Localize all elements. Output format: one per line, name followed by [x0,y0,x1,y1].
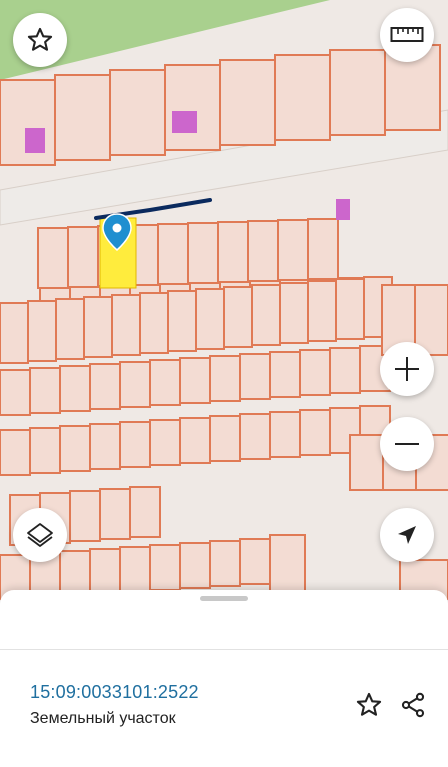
parcel [219,59,276,146]
sheet-drag-handle[interactable] [200,596,248,601]
parcel [54,74,111,161]
zoom-out-icon [395,443,419,445]
parcel [239,413,271,460]
parcel-type-label: Земельный участок [30,710,176,727]
star-outline-icon [356,692,382,716]
building [172,111,197,133]
parcel [29,367,61,414]
parcel [111,294,141,356]
share-button[interactable] [396,688,430,722]
parcel [99,488,131,540]
building [336,199,350,220]
share-icon [401,692,425,718]
parcel [119,421,151,468]
parcel [0,429,31,476]
parcel [67,226,99,288]
parcel [55,298,85,360]
parcel [277,219,309,281]
parcel [37,227,69,289]
parcel [139,292,169,354]
parcel [269,534,306,596]
parcel [329,347,361,394]
parcel [157,223,189,285]
parcel [0,302,29,364]
parcel [149,359,181,406]
parcel [239,353,271,400]
parcel [274,54,331,141]
parcel-info-sheet[interactable]: 15:09:0033101:2522 Земельный участок [0,590,448,767]
parcel [187,222,219,284]
zoom-in-button[interactable] [380,342,434,396]
parcel [217,221,249,283]
parcel [27,300,57,362]
parcel [59,425,91,472]
parcel [149,419,181,466]
parcel [269,351,301,398]
parcel [69,490,101,542]
parcel [223,286,253,348]
save-favorite-button[interactable] [352,688,386,722]
star-icon [27,27,53,51]
parcel [179,357,211,404]
parcel [299,349,331,396]
parcel [239,538,271,585]
parcel [0,369,31,416]
parcel [129,486,161,538]
parcel [329,49,386,136]
favorite-button[interactable] [13,13,67,67]
parcel [59,365,91,412]
parcel [209,540,241,587]
layers-icon [27,523,53,547]
parcel [269,411,301,458]
parcel [179,542,211,589]
parcel [149,544,181,591]
ruler-icon [390,27,424,42]
parcel [279,282,309,344]
building [25,128,45,153]
parcel [307,218,339,280]
parcel [299,409,331,456]
parcel [119,546,151,593]
parcel [307,280,337,342]
parcel [164,64,221,151]
divider [0,649,448,650]
parcel [119,361,151,408]
zoom-in-icon [395,357,419,381]
parcel [29,427,61,474]
parcel [167,290,197,352]
zoom-out-button[interactable] [380,417,434,471]
parcel [335,278,365,340]
my-location-button[interactable] [380,508,434,562]
map[interactable] [0,0,448,600]
cadastral-number[interactable]: 15:09:0033101:2522 [30,682,199,703]
layers-button[interactable] [13,508,67,562]
parcel [209,415,241,462]
parcel [195,288,225,350]
parcel [89,363,121,410]
parcel [109,69,166,156]
parcel [89,548,121,595]
parcel [209,355,241,402]
measure-button[interactable] [380,8,434,62]
location-arrow-icon [398,526,416,544]
parcel [89,423,121,470]
parcel [83,296,113,358]
parcel [251,284,281,346]
parcel [179,417,211,464]
parcel [349,434,384,491]
parcel [247,220,279,282]
